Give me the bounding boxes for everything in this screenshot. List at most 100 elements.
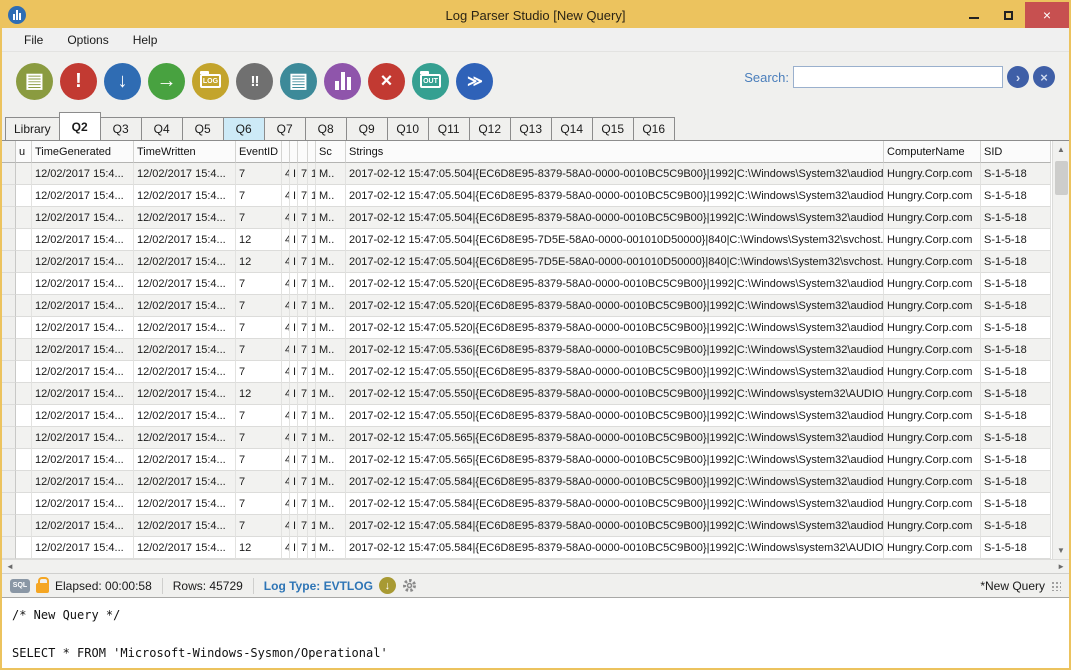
column-header-strings[interactable]: Strings <box>346 141 884 163</box>
tab-library[interactable]: Library <box>5 117 60 140</box>
pause-icon[interactable]: !! <box>236 63 273 100</box>
table-row[interactable]: 12/02/2017 15:4...12/02/2017 15:4...74I7… <box>2 361 1052 383</box>
gear-icon[interactable] <box>402 578 417 593</box>
table-row[interactable]: 12/02/2017 15:4...12/02/2017 15:4...74I7… <box>2 317 1052 339</box>
table-row[interactable]: 12/02/2017 15:4...12/02/2017 15:4...124I… <box>2 229 1052 251</box>
table-row[interactable]: 12/02/2017 15:4...12/02/2017 15:4...74I7… <box>2 515 1052 537</box>
download-icon[interactable]: ↓ <box>104 63 141 100</box>
cell-n2: I <box>290 229 298 251</box>
table-row[interactable]: 12/02/2017 15:4...12/02/2017 15:4...74I7… <box>2 405 1052 427</box>
table-row[interactable]: 12/02/2017 15:4...12/02/2017 15:4...74I7… <box>2 449 1052 471</box>
table-row[interactable]: 12/02/2017 15:4...12/02/2017 15:4...74I7… <box>2 471 1052 493</box>
tab-q5[interactable]: Q5 <box>182 117 224 140</box>
tab-q15[interactable]: Q15 <box>592 117 634 140</box>
column-header-src[interactable]: Sc <box>316 141 346 163</box>
column-header-comp[interactable]: ComputerName <box>884 141 981 163</box>
cell-n3: 7 <box>298 273 308 295</box>
abort-icon[interactable]: ! <box>60 63 97 100</box>
glyph: ▤ <box>289 71 308 91</box>
menu-item-options[interactable]: Options <box>57 30 118 50</box>
tab-q2[interactable]: Q2 <box>59 112 101 140</box>
cell-tw: 12/02/2017 15:4... <box>134 427 236 449</box>
search-input[interactable] <box>793 66 1003 88</box>
cell-comp: Hungry.Corp.com <box>884 163 981 185</box>
scroll-up-icon[interactable]: ▲ <box>1057 141 1065 158</box>
column-header-n1[interactable] <box>282 141 290 163</box>
column-header-n2[interactable] <box>290 141 298 163</box>
cell-n1: 4 <box>282 515 290 537</box>
column-header-tw[interactable]: TimeWritten <box>134 141 236 163</box>
tab-q14[interactable]: Q14 <box>551 117 593 140</box>
cell-n1: 4 <box>282 449 290 471</box>
cell-src: M.. <box>316 383 346 405</box>
bar-chart-shape <box>335 72 351 90</box>
tab-q6[interactable]: Q6 <box>223 117 265 140</box>
search-go-button[interactable]: › <box>1007 66 1029 88</box>
tab-q3[interactable]: Q3 <box>100 117 142 140</box>
table-row[interactable]: 12/02/2017 15:4...12/02/2017 15:4...74I7… <box>2 207 1052 229</box>
column-header-eid[interactable]: EventID <box>236 141 282 163</box>
powershell-export-icon[interactable]: ≫ <box>456 63 493 100</box>
horizontal-scrollbar[interactable]: ◄ ► <box>2 559 1069 573</box>
lock-icon[interactable] <box>36 583 49 593</box>
table-row[interactable]: 12/02/2017 15:4...12/02/2017 15:4...124I… <box>2 251 1052 273</box>
query-document-icon[interactable]: ▤ <box>280 63 317 100</box>
tab-q7[interactable]: Q7 <box>264 117 306 140</box>
scroll-left-icon[interactable]: ◄ <box>6 562 14 571</box>
tab-q11[interactable]: Q11 <box>428 117 470 140</box>
table-row[interactable]: 12/02/2017 15:4...12/02/2017 15:4...74I7… <box>2 185 1052 207</box>
column-header-eventlog[interactable]: u <box>16 141 32 163</box>
table-row[interactable]: 12/02/2017 15:4...12/02/2017 15:4...74I7… <box>2 273 1052 295</box>
cell-rowsel <box>2 405 16 427</box>
table-row[interactable]: 12/02/2017 15:4...12/02/2017 15:4...124I… <box>2 537 1052 559</box>
cell-eventlog <box>16 515 32 537</box>
new-query-icon[interactable]: ▤ <box>16 63 53 100</box>
cell-sid: S-1-5-18 <box>981 339 1051 361</box>
cell-src: M.. <box>316 471 346 493</box>
vertical-scroll-thumb[interactable] <box>1055 161 1068 195</box>
cell-comp: Hungry.Corp.com <box>884 361 981 383</box>
cell-tw: 12/02/2017 15:4... <box>134 449 236 471</box>
cell-n3: 7 <box>298 317 308 339</box>
table-row[interactable]: 12/02/2017 15:4...12/02/2017 15:4...74I7… <box>2 493 1052 515</box>
column-header-sid[interactable]: SID <box>981 141 1051 163</box>
table-row[interactable]: 12/02/2017 15:4...12/02/2017 15:4...74I7… <box>2 295 1052 317</box>
tab-q8[interactable]: Q8 <box>305 117 347 140</box>
tab-q12[interactable]: Q12 <box>469 117 511 140</box>
cell-n1: 4 <box>282 493 290 515</box>
scroll-down-icon[interactable]: ▼ <box>1057 542 1065 559</box>
cell-comp: Hungry.Corp.com <box>884 383 981 405</box>
cell-tw: 12/02/2017 15:4... <box>134 295 236 317</box>
close-query-icon[interactable]: × <box>368 63 405 100</box>
chart-icon[interactable] <box>324 63 361 100</box>
cell-comp: Hungry.Corp.com <box>884 471 981 493</box>
search-clear-button[interactable]: × <box>1033 66 1055 88</box>
cell-src: M.. <box>316 317 346 339</box>
tab-q9[interactable]: Q9 <box>346 117 388 140</box>
vertical-scrollbar[interactable]: ▲ ▼ <box>1052 141 1069 559</box>
tab-q13[interactable]: Q13 <box>510 117 552 140</box>
query-editor[interactable]: /* New Query */ SELECT * FROM 'Microsoft… <box>2 597 1069 668</box>
tab-q4[interactable]: Q4 <box>141 117 183 140</box>
menu-item-help[interactable]: Help <box>123 30 168 50</box>
tab-q16[interactable]: Q16 <box>633 117 675 140</box>
output-folder-icon[interactable]: OUT <box>412 63 449 100</box>
menu-item-file[interactable]: File <box>14 30 53 50</box>
column-header-tg[interactable]: TimeGenerated <box>32 141 134 163</box>
log-folder-icon[interactable]: LOG <box>192 63 229 100</box>
cell-rowsel <box>2 273 16 295</box>
resize-grip[interactable] <box>1051 581 1061 591</box>
table-row[interactable]: 12/02/2017 15:4...12/02/2017 15:4...124I… <box>2 383 1052 405</box>
column-header-n4[interactable] <box>308 141 316 163</box>
column-header-n3[interactable] <box>298 141 308 163</box>
log-type-dropdown-icon[interactable]: ↓ <box>379 577 396 594</box>
table-row[interactable]: 12/02/2017 15:4...12/02/2017 15:4...74I7… <box>2 339 1052 361</box>
column-header-rowsel[interactable] <box>2 141 16 163</box>
cell-strings: 2017-02-12 15:47:05.584|{EC6D8E95-8379-5… <box>346 537 884 559</box>
run-query-icon[interactable]: → <box>148 63 185 100</box>
cell-n2: I <box>290 427 298 449</box>
scroll-right-icon[interactable]: ► <box>1057 562 1065 571</box>
tab-q10[interactable]: Q10 <box>387 117 429 140</box>
table-row[interactable]: 12/02/2017 15:4...12/02/2017 15:4...74I7… <box>2 163 1052 185</box>
table-row[interactable]: 12/02/2017 15:4...12/02/2017 15:4...74I7… <box>2 427 1052 449</box>
